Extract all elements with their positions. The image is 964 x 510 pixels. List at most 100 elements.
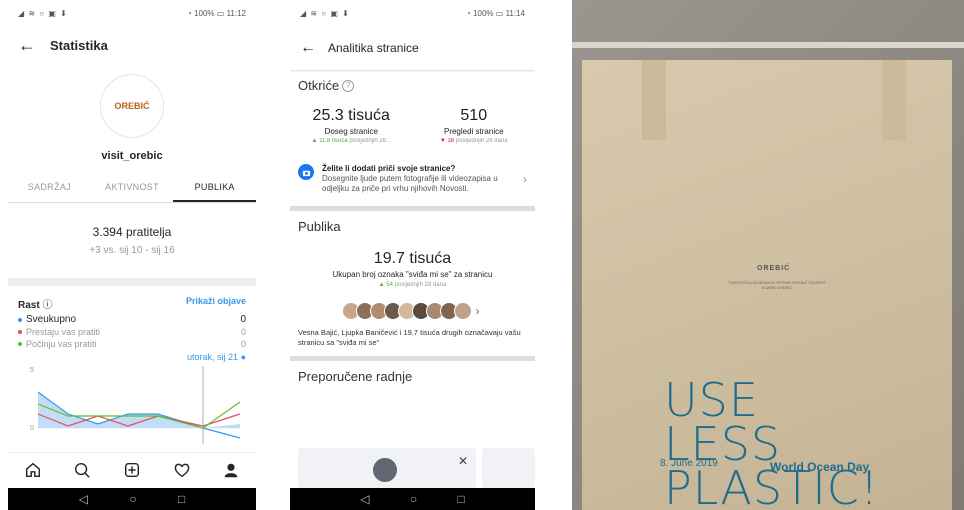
likes-label: Ukupan broj oznaka "sviđa mi se" za stra… — [332, 270, 493, 279]
metric-label: Pregledi stranice — [443, 127, 504, 136]
promo-body: Dosegnite ljude putem fotografije ili vi… — [322, 174, 498, 193]
tote-bag-photo: OREBIĆ TURISTIČKA ZAJEDNICA OPĆINE OREBI… — [572, 0, 964, 510]
profile-logo: OREBIĆ — [8, 74, 256, 138]
show-posts-link[interactable]: Prikaži objave — [186, 296, 246, 311]
metric-reach[interactable]: 25.3 tisuća Doseg stranice ▲ 11.8 tisuća… — [290, 107, 413, 144]
discovery-title: Otkriće — [298, 78, 340, 93]
legend-row-total: Sveukupno 0 — [8, 313, 256, 326]
selected-date-label: utorak, sij 21 — [187, 352, 239, 362]
metric-change: ▲ 11.8 tisuća posljednjih 28... — [290, 138, 413, 144]
arrow-up-icon: ▲ — [311, 138, 318, 144]
legend-dot — [18, 330, 22, 334]
followers-change: +3 vs. sij 10 - sij 16 — [89, 245, 175, 256]
likes-description: Vesna Bajić, Ljupka Baničević i 19.7 tis… — [298, 328, 521, 347]
status-bar: ◢ ≋ ○ ▣ ⬇ ◔ 100% ▭ 11:12 — [8, 0, 256, 26]
arrow-down-icon: ▼ — [439, 138, 446, 144]
header: ← Statistika — [8, 26, 256, 64]
date-marker-icon: ● — [240, 352, 246, 362]
bag-handle — [882, 60, 906, 140]
nav-home-icon[interactable]: ○ — [129, 488, 136, 510]
growth-chart[interactable]: 5 0 — [8, 362, 256, 444]
metric-change: ▼ 38 posljednjih 28 dana — [413, 138, 536, 144]
signal-icons: ◢ ≋ ○ ▣ ⬇ — [300, 8, 350, 18]
chevron-right-icon[interactable]: › — [476, 304, 480, 318]
signal-icons: ◢ ≋ ○ ▣ ⬇ — [18, 8, 68, 18]
y-tick-bottom: 0 — [30, 425, 34, 432]
home-icon[interactable] — [24, 461, 42, 479]
logo-text: OREBIĆ — [114, 101, 150, 111]
tab-aktivnost[interactable]: AKTIVNOST — [91, 174, 174, 202]
audience-title: Publika — [298, 219, 341, 234]
change-period: posljednjih 28... — [349, 138, 392, 144]
growth-title-wrap: Rast ⓘ — [18, 296, 52, 311]
chevron-right-icon[interactable]: › — [523, 172, 527, 186]
tab-sadrzaj[interactable]: SADRŽAJ — [8, 174, 91, 202]
camera-icon — [298, 164, 314, 180]
discovery-metrics: 25.3 tisuća Doseg stranice ▲ 11.8 tisuća… — [290, 107, 535, 144]
page-title: Analitika stranice — [328, 41, 419, 55]
change-number: 38 — [447, 138, 455, 144]
tab-publika[interactable]: PUBLIKA — [173, 174, 256, 202]
metric-label: Doseg stranice — [324, 127, 378, 136]
metric-value: 25.3 tisuća — [312, 107, 390, 124]
page-title: Statistika — [50, 37, 108, 53]
likes-change: ▲ 54 posljednjih 28 dana — [290, 282, 535, 288]
nav-back-icon[interactable]: ◁ — [79, 488, 88, 510]
close-icon[interactable]: ✕ — [458, 454, 468, 468]
frame-edge — [572, 42, 964, 48]
bottom-tabbar — [8, 452, 256, 486]
legend-value: 0 — [240, 314, 246, 325]
add-icon[interactable] — [123, 461, 141, 479]
android-nav-bar: ◁ ○ □ — [8, 488, 256, 510]
avatar[interactable]: OREBIĆ — [100, 74, 164, 138]
discovery-section-title: Otkriće ? — [290, 70, 535, 93]
nav-recents-icon[interactable]: □ — [178, 488, 185, 510]
legend-value: 0 — [240, 327, 246, 337]
username: visit_orebic — [101, 150, 163, 162]
legend-dot — [18, 342, 22, 346]
change-number: 11.8 tisuća — [319, 138, 348, 144]
nav-home-icon[interactable]: ○ — [410, 488, 417, 510]
story-promo[interactable]: Želite li dodati priči svoje stranice? D… — [290, 152, 535, 206]
instagram-stats-screen: ◢ ≋ ○ ▣ ⬇ ◔ 100% ▭ 11:12 ← Statistika OR… — [8, 0, 256, 510]
android-nav-bar: ◁ ○ □ — [290, 488, 535, 510]
profile-icon[interactable] — [222, 461, 240, 479]
growth-header: Rast ⓘ Prikaži objave — [8, 286, 256, 313]
help-icon[interactable]: ? — [342, 79, 355, 92]
back-arrow-icon[interactable]: ← — [300, 39, 316, 57]
search-icon[interactable] — [73, 461, 91, 479]
back-arrow-icon[interactable]: ← — [18, 35, 36, 56]
recommended-card[interactable] — [482, 448, 535, 488]
bag-slogan: USE LESS PLASTIC! — [664, 373, 879, 510]
followers-count: 3.394 pratitelja — [92, 225, 172, 239]
slogan-line: USE — [664, 373, 759, 427]
nav-recents-icon[interactable]: □ — [458, 488, 465, 510]
facebook-analytics-screen: ◢ ≋ ○ ▣ ⬇ ◔ 100% ▭ 11:14 ← Analitika str… — [290, 0, 535, 510]
arrow-up-icon: ▲ — [378, 282, 385, 288]
heart-icon[interactable] — [173, 461, 191, 479]
status-time: 11:14 — [505, 8, 525, 18]
legend-dot — [18, 317, 22, 322]
promo-text: Želite li dodati priči svoje stranice? D… — [322, 164, 517, 194]
status-right: ◔ 100% ▭ 11:14 — [466, 8, 525, 18]
battery-level: 100% — [194, 8, 215, 18]
bag-event: World Ocean Day — [770, 460, 870, 474]
liker-avatars[interactable]: › — [290, 302, 535, 320]
section-divider — [8, 278, 256, 286]
legend-label: Sveukupno — [26, 314, 77, 325]
bag-date: 8. June 2019 — [660, 458, 718, 469]
battery-level: 100% — [473, 8, 494, 18]
status-right: ◔ 100% ▭ 11:12 — [187, 8, 246, 18]
status-bar: ◢ ≋ ○ ▣ ⬇ ◔ 100% ▭ 11:14 — [290, 0, 535, 26]
status-time: 11:12 — [226, 8, 246, 18]
bag-logo-subtitle: TURISTIČKA ZAJEDNICA OPĆINE OREBIĆ TOURI… — [727, 280, 827, 290]
y-tick-top: 5 — [30, 367, 34, 374]
change-period: posljednjih 28 dana — [394, 282, 447, 288]
likes-value: 19.7 tisuća — [373, 250, 452, 267]
metric-page-views[interactable]: 510 Pregledi stranice ▼ 38 posljednjih 2… — [413, 107, 536, 144]
change-period: posljednjih 28 dana — [455, 138, 508, 144]
metric-value: 510 — [460, 107, 488, 124]
nav-back-icon[interactable]: ◁ — [360, 488, 369, 510]
info-icon[interactable]: ⓘ — [42, 300, 52, 311]
growth-title: Rast — [18, 300, 40, 311]
